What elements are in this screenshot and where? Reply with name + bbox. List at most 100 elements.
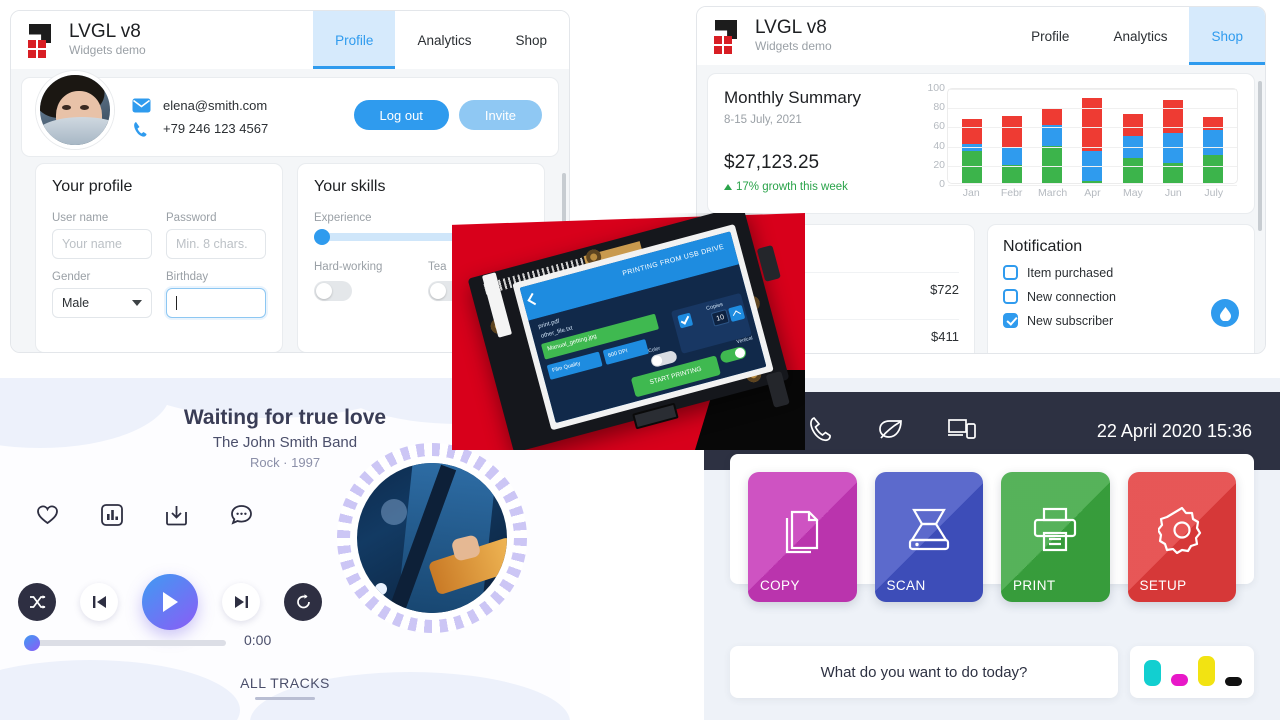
progress-knob[interactable] <box>24 635 40 651</box>
app-subtitle: Widgets demo <box>69 42 146 57</box>
user-avatar <box>36 71 114 149</box>
arrow-up-icon <box>724 184 732 190</box>
printer-datetime: 22 April 2020 15:36 <box>1096 421 1252 441</box>
monthly-summary-title: Monthly Summary <box>724 88 861 107</box>
birthday-input[interactable] <box>166 288 266 318</box>
elapsed-time: 0:00 <box>244 632 272 648</box>
phone-icon[interactable] <box>808 416 834 447</box>
invite-button[interactable]: Invite <box>458 100 542 130</box>
monthly-summary-amount: $27,123.25 <box>724 152 820 173</box>
device-screen: PRINTING FROM USB DRIVE print.pdf other_… <box>519 231 767 424</box>
comment-icon[interactable] <box>230 504 253 531</box>
screen-checkbox[interactable] <box>677 312 694 329</box>
copy-documents-icon <box>779 506 825 561</box>
tab-shop[interactable]: Shop <box>1189 7 1265 65</box>
your-skills-heading: Your skills <box>314 178 386 195</box>
equalizer-icon[interactable] <box>101 504 123 531</box>
mail-icon <box>132 98 151 113</box>
chart-y-axis: 0 20 40 60 80 100 <box>921 82 947 199</box>
password-field-group: Password Min. 8 chars. <box>166 212 266 259</box>
copies-value[interactable]: 10 <box>710 309 730 327</box>
repeat-button[interactable] <box>284 583 322 621</box>
monthly-summary-info: Monthly Summary 8-15 July, 2021 $27,123.… <box>724 88 909 199</box>
screen-dpi-button[interactable]: 600 DPI <box>602 339 650 365</box>
growth-text: 17% growth this week <box>736 181 848 193</box>
shop-scrollbar[interactable] <box>1258 73 1262 345</box>
chart-bar-segment <box>1202 155 1223 183</box>
playback-controls <box>18 574 322 630</box>
tab-profile[interactable]: Profile <box>313 11 396 69</box>
play-icon <box>163 592 178 612</box>
shuffle-button[interactable] <box>18 583 56 621</box>
setup-tile[interactable]: SETUP <box>1127 472 1236 602</box>
password-label: Password <box>166 212 217 224</box>
chart-bar-segment <box>1162 133 1183 163</box>
chart-bar-segment <box>1122 113 1143 136</box>
copies-increment-button[interactable] <box>728 304 746 323</box>
grid-line <box>948 146 1237 148</box>
eco-leaf-icon[interactable] <box>878 417 904 446</box>
start-printing-button[interactable]: START PRINTING <box>630 355 721 398</box>
checkbox-new-connection[interactable] <box>1003 289 1018 304</box>
chart-bar-segment <box>962 151 983 183</box>
gender-dropdown[interactable]: Male <box>52 288 152 318</box>
x-tick: July <box>1204 187 1224 199</box>
copy-tile[interactable]: COPY <box>748 472 857 602</box>
next-button[interactable] <box>222 583 260 621</box>
slider-knob[interactable] <box>314 229 330 245</box>
water-drop-fab-button[interactable] <box>1211 299 1239 327</box>
chart-bar <box>1162 100 1183 183</box>
back-arrow-icon[interactable] <box>527 292 540 306</box>
print-tile-label: PRINT <box>1013 578 1056 593</box>
username-input[interactable]: Your name <box>52 229 152 259</box>
chart-bar-segment <box>1042 108 1063 126</box>
tab-analytics[interactable]: Analytics <box>395 11 493 69</box>
notification-option-item-purchased[interactable]: Item purchased <box>1003 265 1239 280</box>
play-button[interactable] <box>142 574 198 630</box>
all-tracks-tab[interactable]: ALL TRACKS <box>0 675 570 700</box>
scan-tile[interactable]: SCAN <box>874 472 983 602</box>
phone-row: +79 246 123 4567 <box>132 121 268 137</box>
chart-bar <box>1122 113 1143 183</box>
download-icon[interactable] <box>165 504 188 531</box>
water-drop-icon <box>1219 306 1231 321</box>
chart-bar <box>1002 115 1023 183</box>
notification-option-new-subscriber[interactable]: New subscriber <box>1003 313 1239 328</box>
password-input[interactable]: Min. 8 chars. <box>166 229 266 259</box>
track-action-icons <box>36 504 253 531</box>
progress-slider[interactable] <box>24 635 226 651</box>
lvgl-logo-icon <box>25 23 59 58</box>
vertical-switch[interactable] <box>719 345 748 364</box>
checkbox-item-purchased[interactable] <box>1003 265 1018 280</box>
chart-bar-segment <box>1082 97 1103 152</box>
x-tick: Febr <box>1000 187 1023 199</box>
chart-bar-segment <box>1002 148 1023 165</box>
embedded-display-board-photo: PRINTING FROM USB DRIVE print.pdf other_… <box>452 213 805 450</box>
devices-icon[interactable] <box>948 417 976 446</box>
username-label: User name <box>52 212 109 224</box>
previous-button[interactable] <box>80 583 118 621</box>
ink-level-indicator[interactable] <box>1130 646 1254 698</box>
notification-option-new-connection[interactable]: New connection <box>1003 289 1239 304</box>
product-price: $411 <box>931 329 959 344</box>
tab-analytics[interactable]: Analytics <box>1091 7 1189 65</box>
birthday-label: Birthday <box>166 271 209 283</box>
profile-window-header: LVGL v8 Widgets demo Profile Analytics S… <box>11 11 569 69</box>
tab-shop[interactable]: Shop <box>493 11 569 69</box>
y-tick: 0 <box>939 178 945 190</box>
hardworking-switch[interactable] <box>314 281 352 301</box>
email-row: elena@smith.com <box>132 98 268 113</box>
heart-icon[interactable] <box>36 504 59 531</box>
chart-x-axis: Jan Febr March Apr May Jun July <box>947 184 1238 199</box>
print-tile[interactable]: PRINT <box>1001 472 1110 602</box>
brand-titles: LVGL v8 Widgets demo <box>755 17 832 54</box>
notification-card: Notification Item purchased New connecti… <box>987 224 1255 353</box>
checkbox-new-subscriber[interactable] <box>1003 313 1018 328</box>
x-tick: March <box>1038 187 1068 199</box>
logout-button[interactable]: Log out <box>353 100 449 130</box>
scanner-icon <box>904 506 954 561</box>
hardworking-label: Hard-working <box>314 261 383 273</box>
scan-tile-label: SCAN <box>886 578 926 593</box>
tab-profile[interactable]: Profile <box>1009 7 1091 65</box>
chart-bar-segment <box>1122 158 1143 183</box>
